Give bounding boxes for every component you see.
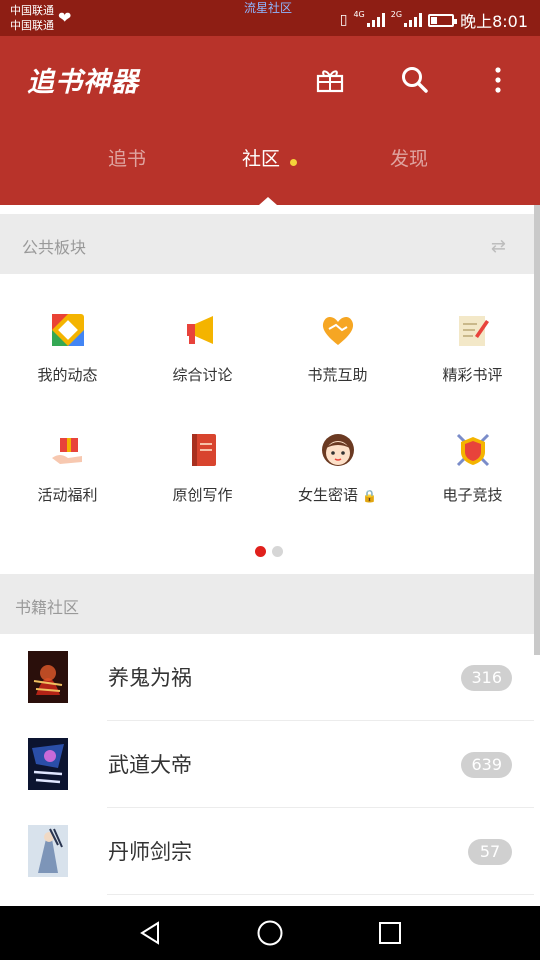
post-count-badge: 57	[468, 839, 512, 865]
gift-hand-icon	[51, 438, 82, 464]
network-type: 4G	[353, 9, 365, 19]
navigation-bar	[0, 906, 540, 960]
board-label: 活动福利	[37, 486, 98, 504]
gift-icon	[316, 70, 344, 93]
colorful-diamond-icon	[51, 314, 84, 346]
more-vertical-icon	[495, 67, 501, 93]
back-button[interactable]	[120, 906, 180, 960]
book-list: 养鬼为祸 316 武道大帝 639 丹师剑宗 57	[0, 634, 534, 895]
book-cover-image	[28, 738, 68, 790]
network-type-2: 2G	[390, 9, 403, 19]
new-content-dot	[290, 159, 297, 166]
board-events[interactable]: 活动福利	[0, 404, 135, 514]
public-section-title: 公共板块	[22, 238, 87, 257]
clock: 晚上8:01	[460, 12, 528, 31]
app-logo: 追书神器	[27, 67, 139, 98]
health-heart-icon: ❤	[58, 8, 72, 27]
book-row[interactable]: 养鬼为祸 316	[0, 634, 534, 721]
public-section-header: 公共板块 ⇄	[0, 214, 534, 274]
notepad-pencil-icon	[458, 316, 489, 346]
books-section-header: 书籍社区	[0, 574, 534, 634]
swap-icon[interactable]: ⇄	[491, 236, 506, 257]
tab-bar: 追书 社区 发现	[0, 144, 540, 184]
search-icon	[402, 67, 428, 93]
top-link[interactable]: 流星社区	[244, 0, 292, 16]
board-reviews[interactable]: 精彩书评	[405, 284, 540, 394]
board-writing[interactable]: 原创写作	[135, 404, 270, 514]
book-row[interactable]: 武道大帝 639	[0, 721, 534, 808]
board-girls[interactable]: 女生密语 🔒	[270, 404, 405, 514]
shield-swords-icon	[456, 433, 489, 467]
scrollbar[interactable]	[534, 205, 540, 655]
tab-zhuishu[interactable]: 追书	[108, 144, 146, 171]
book-cover-image	[28, 825, 68, 877]
status-bar: 中国联通 中国联通 ❤ 流星社区 ▯ 4G 2G 晚上8:01	[0, 0, 540, 36]
recents-icon	[379, 922, 401, 944]
recents-button[interactable]	[360, 906, 420, 960]
tab-shequ[interactable]: 社区	[242, 144, 280, 171]
book-cover-image	[28, 651, 68, 703]
lock-icon: 🔒	[362, 489, 377, 503]
carrier-1: 中国联通	[10, 4, 54, 17]
post-count-badge: 639	[461, 752, 512, 778]
system-icons: ▯ 4G 2G 晚上8:01	[340, 8, 528, 32]
post-count-badge: 316	[461, 665, 512, 691]
red-book-icon	[191, 434, 216, 466]
board-label: 综合讨论	[172, 366, 233, 384]
signal-icon-2	[404, 13, 423, 27]
board-discussion[interactable]: 综合讨论	[135, 284, 270, 394]
book-row[interactable]: 丹师剑宗 57	[0, 808, 534, 895]
tab-faxian[interactable]: 发现	[390, 144, 428, 171]
home-icon	[257, 920, 283, 946]
signal-icon	[366, 13, 385, 27]
carrier-2: 中国联通	[10, 19, 54, 32]
page-dot	[272, 546, 283, 557]
board-book-help[interactable]: 书荒互助	[270, 284, 405, 394]
board-label: 书荒互助	[307, 366, 368, 384]
page-dot-active	[255, 546, 266, 557]
board-label: 我的动态	[37, 366, 98, 384]
page-indicator	[255, 546, 283, 557]
books-section-title: 书籍社区	[15, 598, 80, 617]
back-icon	[140, 921, 159, 945]
more-button[interactable]	[478, 60, 518, 100]
board-esports[interactable]: 电子竞技	[405, 404, 540, 514]
board-my-updates[interactable]: 我的动态	[0, 284, 135, 394]
girl-face-icon	[321, 434, 354, 466]
home-button[interactable]	[240, 906, 300, 960]
active-tab-indicator	[259, 197, 277, 205]
carrier-info: 中国联通 中国联通	[10, 3, 54, 33]
divider	[107, 894, 534, 895]
board-label: 电子竞技	[442, 486, 503, 504]
board-label: 精彩书评	[442, 366, 503, 384]
board-grid: 我的动态 综合讨论 书荒互助 精彩书评 活动福利 原创写作 女生密语 🔒 电子竞…	[0, 274, 534, 574]
board-label: 原创写作	[172, 486, 233, 504]
gift-button[interactable]	[310, 60, 350, 100]
megaphone-icon	[186, 316, 213, 344]
vibrate-icon: ▯	[339, 12, 348, 28]
book-title: 丹师剑宗	[108, 840, 192, 864]
battery-icon	[428, 13, 458, 27]
search-button[interactable]	[395, 60, 435, 100]
handshake-heart-icon	[322, 316, 353, 345]
book-title: 武道大帝	[108, 753, 192, 777]
book-title: 养鬼为祸	[108, 666, 192, 690]
board-label: 女生密语 🔒	[298, 486, 377, 504]
